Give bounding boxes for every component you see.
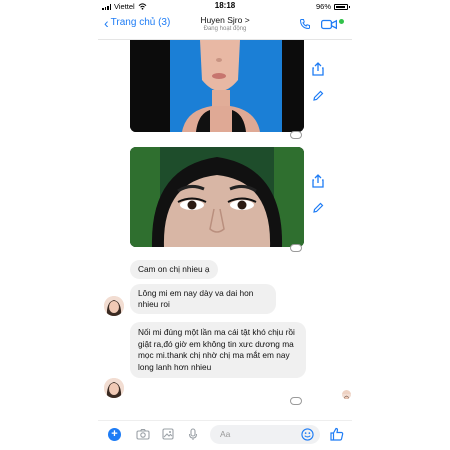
message-input-placeholder: Aa — [220, 429, 231, 439]
face-photo — [130, 40, 304, 132]
message-bubble[interactable]: Cam on chị nhieu ạ — [130, 260, 218, 279]
share-icon[interactable] — [312, 174, 324, 188]
eyes-photo — [130, 147, 304, 247]
avatar[interactable] — [104, 378, 124, 398]
pencil-icon[interactable] — [312, 202, 324, 214]
avatar-photo — [104, 378, 124, 398]
image-message-face[interactable] — [130, 40, 304, 132]
status-bar: Viettel 18:18 96% — [98, 0, 352, 12]
image-message-eyes[interactable] — [130, 147, 304, 247]
chat-header: ‹ Trang chủ (3) Huyen Sjro > Đang hoạt đ… — [98, 12, 352, 40]
microphone-icon[interactable] — [188, 428, 198, 441]
share-icon[interactable] — [312, 62, 324, 76]
clock: 18:18 — [214, 1, 236, 10]
message-bubble[interactable]: Nối mi đúng một lần ma cái tật khó chịu … — [130, 322, 306, 378]
seen-avatar-photo — [342, 394, 351, 399]
seen-avatar — [342, 390, 351, 399]
phone-icon[interactable] — [299, 18, 311, 30]
plus-icon[interactable]: + — [108, 428, 121, 441]
reaction-icon[interactable] — [290, 131, 302, 139]
emoji-icon[interactable] — [301, 428, 314, 441]
image1-actions — [312, 62, 324, 102]
messenger-screen: Viettel 18:18 96% ‹ Trang chủ (3) Huyen … — [98, 0, 352, 450]
avatar[interactable] — [104, 296, 124, 316]
message-bubble[interactable]: Lông mi em nay dày va dai hon nhieu roi — [130, 284, 276, 314]
reaction-icon[interactable] — [290, 397, 302, 405]
message-input[interactable]: Aa — [210, 425, 320, 444]
pencil-icon[interactable] — [312, 90, 324, 102]
battery-percent: 96% — [315, 2, 331, 11]
avatar-photo — [104, 296, 124, 316]
image-icon[interactable] — [162, 428, 174, 440]
active-dot-icon — [339, 18, 344, 24]
thumbs-up-icon[interactable] — [330, 427, 344, 441]
reaction-icon[interactable] — [290, 244, 302, 252]
composer-bar: + Aa — [98, 420, 352, 450]
battery-icon — [334, 3, 350, 10]
status-right: 96% — [315, 2, 350, 11]
image2-actions — [312, 174, 324, 214]
header-actions — [299, 18, 344, 30]
camera-icon[interactable] — [136, 428, 150, 440]
video-icon[interactable] — [321, 19, 337, 30]
